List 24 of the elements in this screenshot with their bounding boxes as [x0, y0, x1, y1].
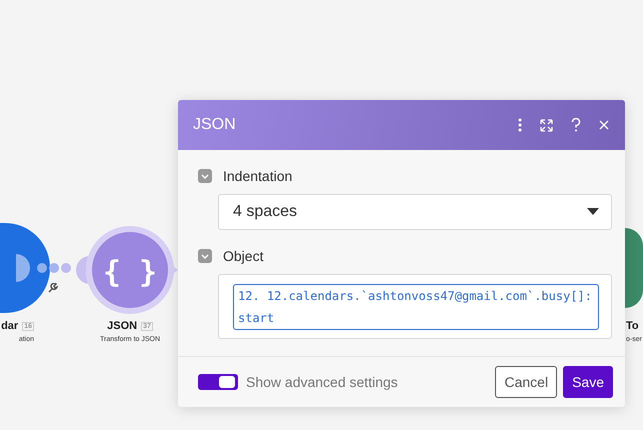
- module-name: JSON: [107, 320, 138, 332]
- caret-icon: [587, 208, 599, 216]
- wrench-icon[interactable]: [48, 283, 58, 293]
- module-node[interactable]: [625, 228, 643, 308]
- dialog-title: JSON: [193, 116, 237, 134]
- braces-icon: { }: [102, 255, 158, 290]
- advanced-settings-toggle[interactable]: [198, 374, 238, 390]
- object-field[interactable]: 12. 12.calendars.`ashtonvoss47@gmail.com`.busy[]: start: [218, 274, 612, 339]
- field-label: Indentation: [223, 168, 292, 184]
- save-button[interactable]: Save: [563, 366, 613, 398]
- connector-handle[interactable]: [76, 256, 88, 284]
- field-label: Object: [223, 248, 264, 264]
- collapse-icon[interactable]: [198, 249, 212, 263]
- module-name: dar: [1, 320, 18, 332]
- collapse-icon[interactable]: [198, 169, 212, 183]
- help-icon[interactable]: [571, 118, 581, 132]
- toggle-label: Show advanced settings: [246, 374, 399, 390]
- mapped-value-pill[interactable]: 12. 12.calendars.`ashtonvoss47@gmail.com`.busy[]: start: [233, 284, 599, 330]
- indentation-select[interactable]: 4 spaces: [218, 194, 612, 230]
- close-icon[interactable]: [599, 120, 609, 130]
- expand-icon[interactable]: [540, 118, 553, 132]
- more-options-icon[interactable]: [518, 118, 522, 132]
- cancel-button[interactable]: Cancel: [495, 366, 558, 398]
- module-name: To: [626, 320, 639, 332]
